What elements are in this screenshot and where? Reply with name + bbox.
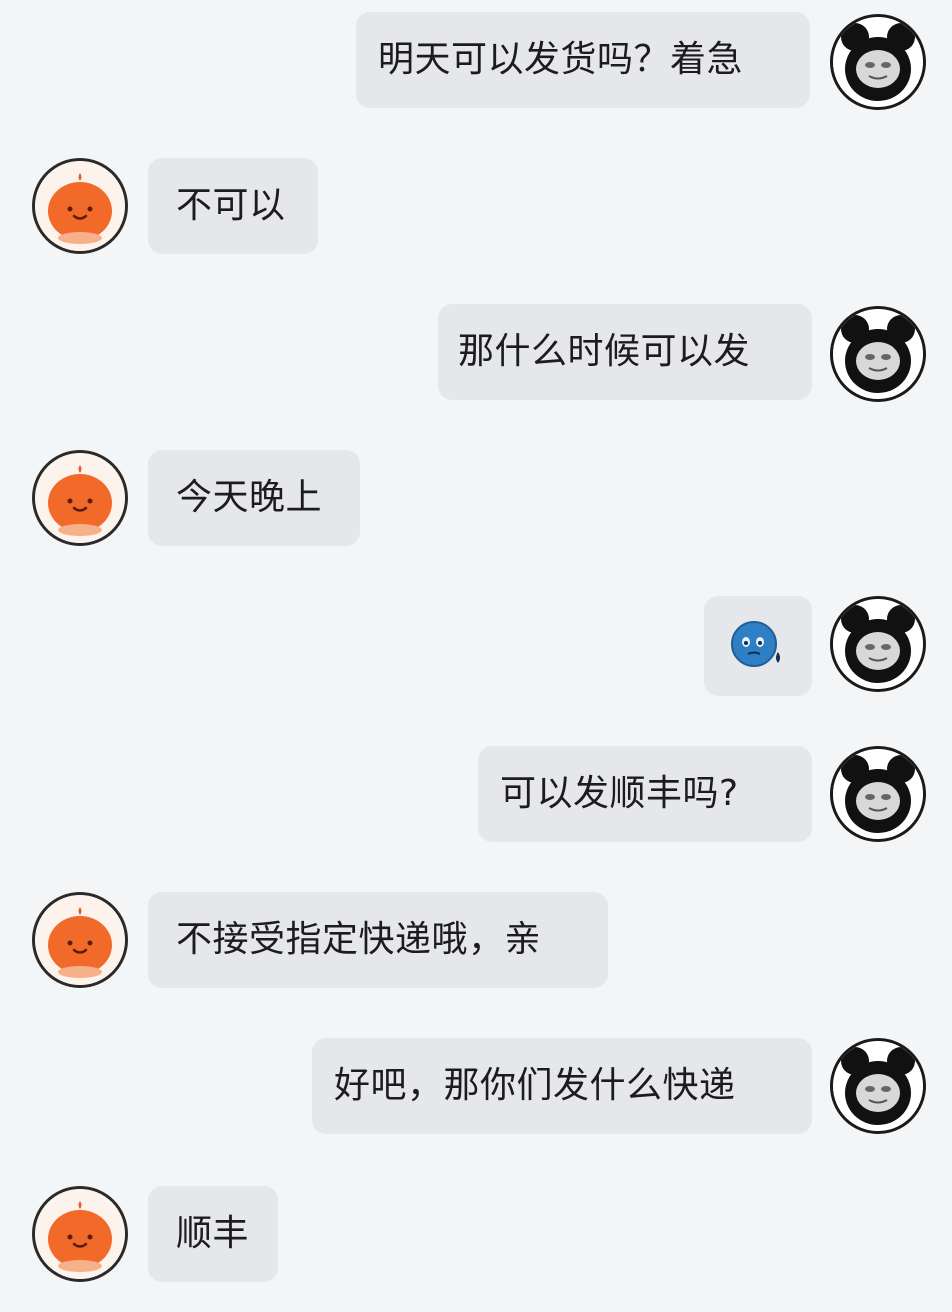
orange-mascot-avatar-icon[interactable] [32, 450, 128, 546]
chat-conversation: 明天可以发货吗？着急 不可以 那什么时候可以发 今天晚上 可以发顺丰吗? 不接受… [0, 0, 952, 1312]
message-row-shop: 不接受指定快递哦，亲 [0, 890, 952, 990]
message-text: 可以发顺丰吗? [500, 773, 739, 814]
message-text: 不接受指定快递哦，亲 [176, 919, 542, 960]
emoji-message-bubble[interactable] [704, 596, 812, 696]
message-bubble[interactable]: 今天晚上 [148, 450, 360, 546]
message-bubble[interactable]: 不接受指定快递哦，亲 [148, 892, 608, 988]
orange-mascot-avatar-icon[interactable] [32, 1186, 128, 1282]
message-row-shop: 不可以 [0, 156, 952, 256]
message-row-user: 可以发顺丰吗? [0, 744, 952, 844]
panda-meme-avatar-icon[interactable] [830, 596, 926, 692]
panda-meme-avatar-icon[interactable] [830, 1038, 926, 1134]
message-bubble[interactable]: 明天可以发货吗？着急 [356, 12, 810, 108]
message-text: 顺丰 [176, 1213, 250, 1254]
message-text: 好吧，那你们发什么快递 [334, 1065, 736, 1106]
panda-meme-avatar-icon[interactable] [830, 306, 926, 402]
panda-meme-avatar-icon[interactable] [830, 14, 926, 110]
message-text: 那什么时候可以发 [458, 331, 751, 372]
message-row-user: 那什么时候可以发 [0, 302, 952, 402]
message-row-user: 明天可以发货吗？着急 [0, 10, 952, 110]
message-bubble[interactable]: 不可以 [148, 158, 318, 254]
message-bubble[interactable]: 可以发顺丰吗? [478, 746, 812, 842]
panda-meme-avatar-icon[interactable] [830, 746, 926, 842]
message-row-user [0, 594, 952, 698]
message-row-shop: 顺丰 [0, 1184, 952, 1284]
message-bubble[interactable]: 好吧，那你们发什么快递 [312, 1038, 812, 1134]
message-bubble[interactable]: 顺丰 [148, 1186, 278, 1282]
message-text: 明天可以发货吗？着急 [378, 39, 744, 80]
message-row-shop: 今天晚上 [0, 450, 952, 550]
message-text: 不可以 [176, 185, 286, 226]
message-row-user: 好吧，那你们发什么快递 [0, 1036, 952, 1136]
sweat-face-icon [731, 621, 780, 667]
orange-mascot-avatar-icon[interactable] [32, 892, 128, 988]
message-text: 今天晚上 [176, 477, 323, 518]
orange-mascot-avatar-icon[interactable] [32, 158, 128, 254]
message-bubble[interactable]: 那什么时候可以发 [438, 304, 812, 400]
